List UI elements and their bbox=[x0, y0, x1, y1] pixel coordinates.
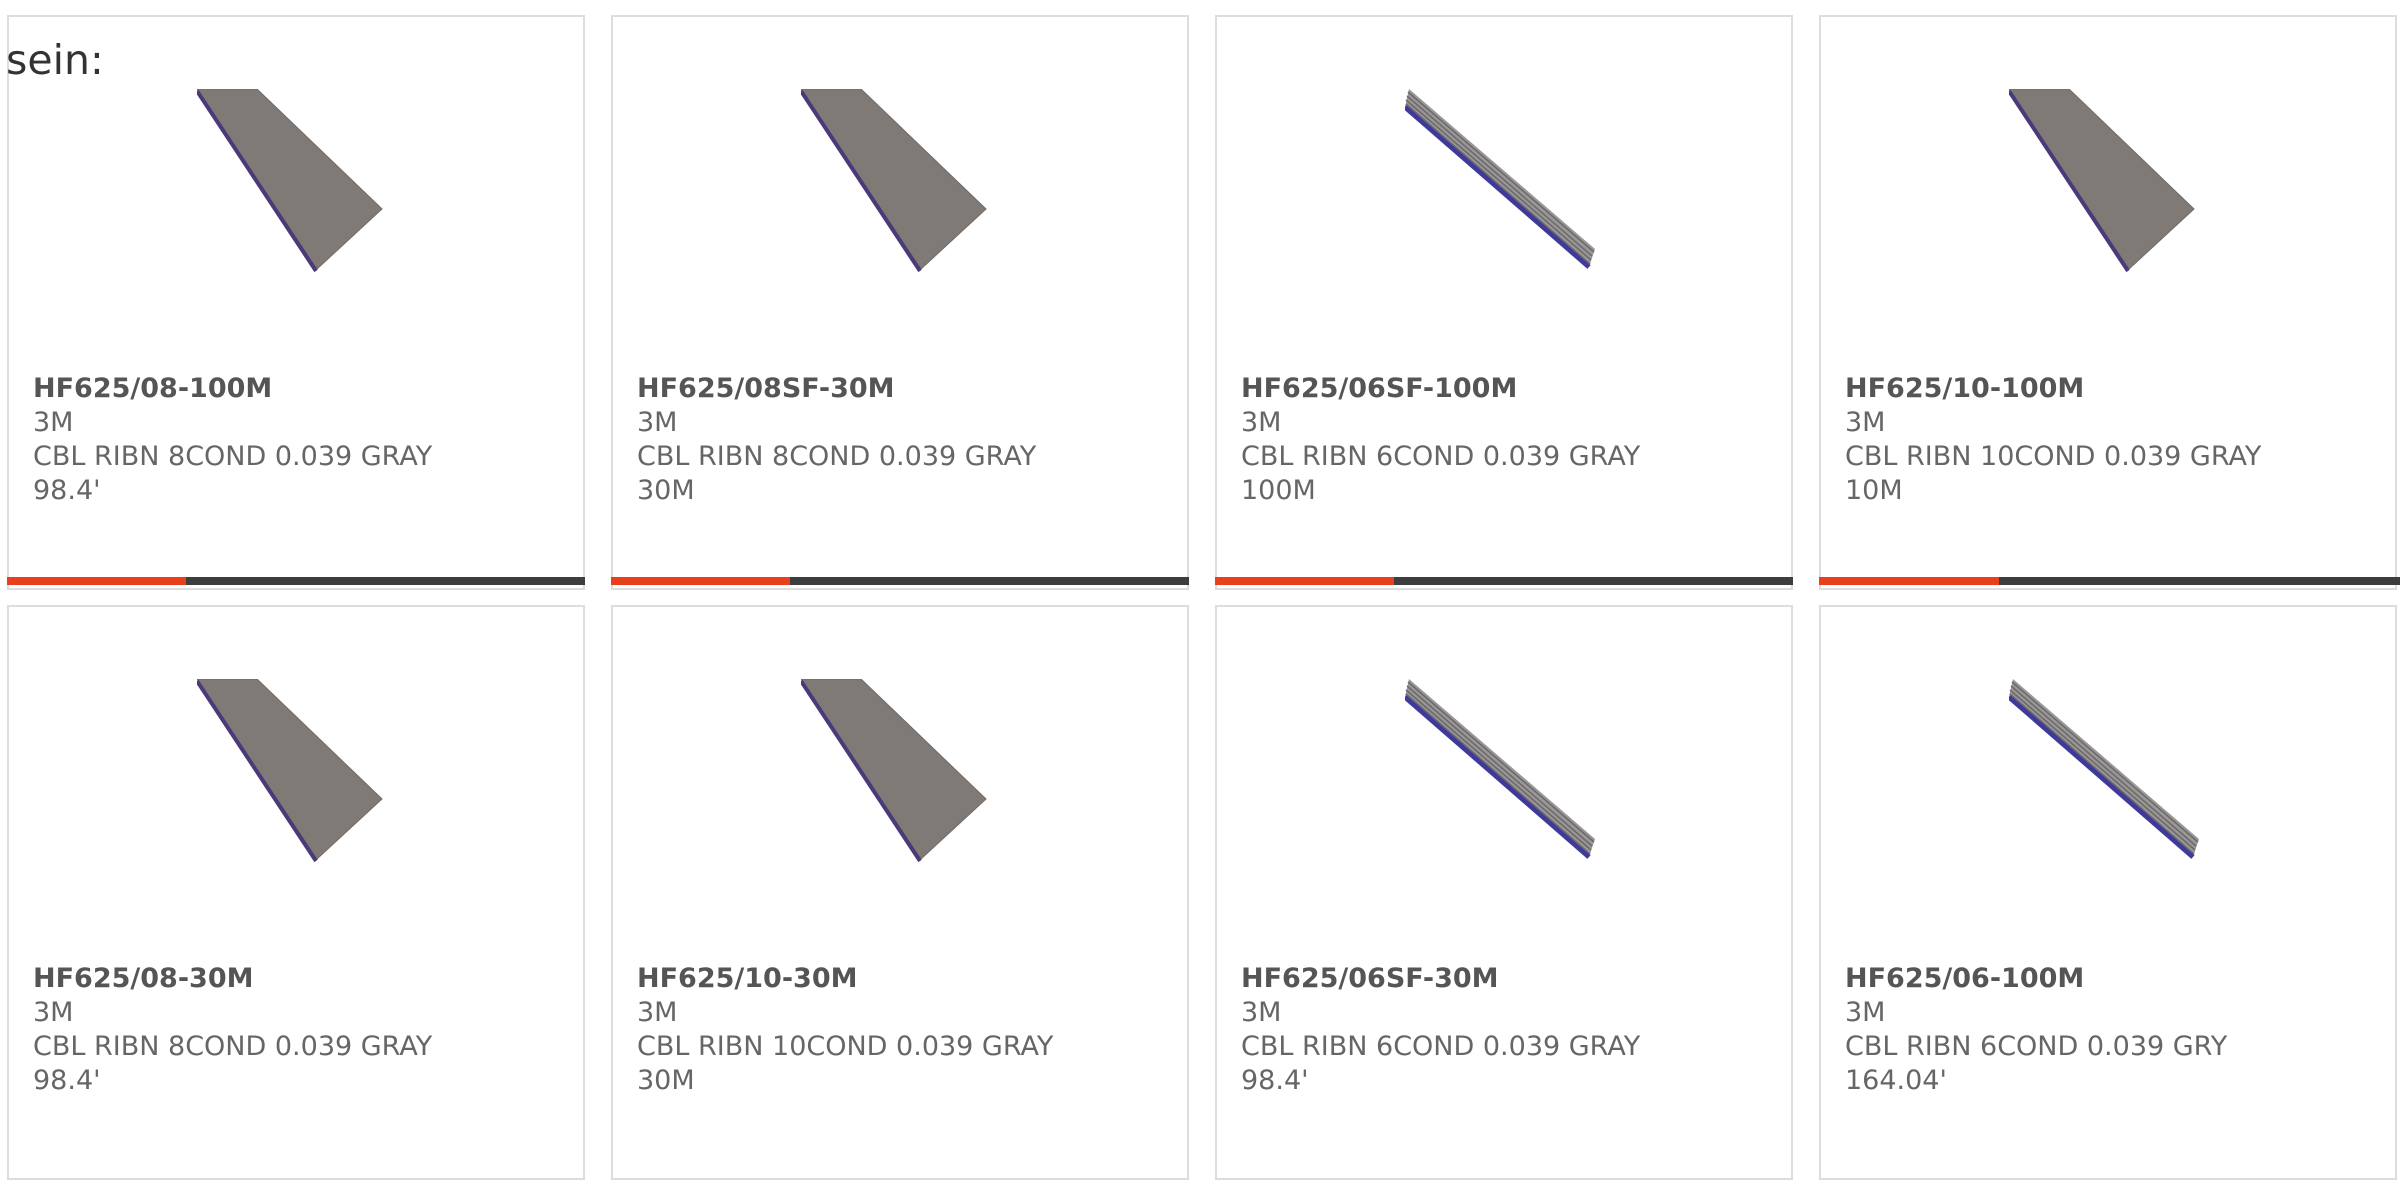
progress-bar-fill bbox=[1215, 577, 1395, 585]
product-card[interactable]: HF625/10-30M 3M CBL RIBN 10COND 0.039 GR… bbox=[611, 605, 1189, 1180]
part-number[interactable]: HF625/06-100M bbox=[1845, 962, 2365, 996]
product-card[interactable]: HF625/08-30M 3M CBL RIBN 8COND 0.039 GRA… bbox=[7, 605, 585, 1180]
ribbon-strands-cable-image[interactable] bbox=[2009, 679, 2209, 879]
ribbon-strands-cable-image[interactable] bbox=[1405, 679, 1605, 879]
ribbon-strands-cable-image[interactable] bbox=[1405, 89, 1605, 289]
progress-bar-fill bbox=[7, 577, 187, 585]
lead-text: sein: bbox=[6, 36, 104, 84]
product-card[interactable]: HF625/06SF-30M 3M CBL RIBN 6COND 0.039 G… bbox=[1215, 605, 1793, 1180]
length: 98.4' bbox=[33, 1065, 101, 1096]
flat-ribbon-cable-image[interactable] bbox=[197, 679, 397, 879]
manufacturer: 3M bbox=[1241, 997, 1282, 1028]
part-number[interactable]: HF625/10-30M bbox=[637, 962, 1157, 996]
flat-ribbon-cable-image[interactable] bbox=[801, 89, 1001, 289]
product-info: HF625/08-100M 3M CBL RIBN 8COND 0.039 GR… bbox=[33, 372, 553, 508]
part-number[interactable]: HF625/06SF-30M bbox=[1241, 962, 1761, 996]
length: 164.04' bbox=[1845, 1065, 1947, 1096]
flat-ribbon-cable-image[interactable] bbox=[197, 89, 397, 289]
product-info: HF625/08-30M 3M CBL RIBN 8COND 0.039 GRA… bbox=[33, 962, 553, 1098]
manufacturer: 3M bbox=[1241, 407, 1282, 438]
part-number[interactable]: HF625/08SF-30M bbox=[637, 372, 1157, 406]
description: CBL RIBN 6COND 0.039 GRY bbox=[1845, 1031, 2228, 1062]
part-number[interactable]: HF625/10-100M bbox=[1845, 372, 2365, 406]
progress-bar-fill bbox=[611, 577, 791, 585]
length: 30M bbox=[637, 475, 695, 506]
product-card[interactable]: HF625/06SF-100M 3M CBL RIBN 6COND 0.039 … bbox=[1215, 15, 1793, 590]
progress-bar-fill bbox=[1819, 577, 2000, 585]
length: 30M bbox=[637, 1065, 695, 1096]
product-card[interactable]: HF625/10-100M 3M CBL RIBN 10COND 0.039 G… bbox=[1819, 15, 2397, 590]
product-info: HF625/08SF-30M 3M CBL RIBN 8COND 0.039 G… bbox=[637, 372, 1157, 508]
product-card[interactable]: HF625/06-100M 3M CBL RIBN 6COND 0.039 GR… bbox=[1819, 605, 2397, 1180]
progress-bar bbox=[1819, 577, 2400, 585]
product-info: HF625/06SF-100M 3M CBL RIBN 6COND 0.039 … bbox=[1241, 372, 1761, 508]
product-card[interactable]: HF625/08-100M 3M CBL RIBN 8COND 0.039 GR… bbox=[7, 15, 585, 590]
product-info: HF625/06SF-30M 3M CBL RIBN 6COND 0.039 G… bbox=[1241, 962, 1761, 1098]
length: 98.4' bbox=[1241, 1065, 1309, 1096]
description: CBL RIBN 8COND 0.039 GRAY bbox=[33, 1031, 433, 1062]
flat-ribbon-cable-image[interactable] bbox=[801, 679, 1001, 879]
length: 10M bbox=[1845, 475, 1903, 506]
length: 98.4' bbox=[33, 475, 101, 506]
product-card[interactable]: HF625/08SF-30M 3M CBL RIBN 8COND 0.039 G… bbox=[611, 15, 1189, 590]
manufacturer: 3M bbox=[33, 997, 74, 1028]
description: CBL RIBN 10COND 0.039 GRAY bbox=[1845, 441, 2262, 472]
manufacturer: 3M bbox=[637, 407, 678, 438]
manufacturer: 3M bbox=[637, 997, 678, 1028]
product-info: HF625/06-100M 3M CBL RIBN 6COND 0.039 GR… bbox=[1845, 962, 2365, 1098]
flat-ribbon-cable-image[interactable] bbox=[2009, 89, 2209, 289]
progress-bar bbox=[7, 577, 585, 585]
manufacturer: 3M bbox=[1845, 407, 1886, 438]
product-grid: HF625/08-100M 3M CBL RIBN 8COND 0.039 GR… bbox=[0, 0, 2400, 1180]
progress-bar bbox=[611, 577, 1189, 585]
manufacturer: 3M bbox=[33, 407, 74, 438]
progress-bar bbox=[1215, 577, 1793, 585]
description: CBL RIBN 6COND 0.039 GRAY bbox=[1241, 441, 1641, 472]
length: 100M bbox=[1241, 475, 1316, 506]
manufacturer: 3M bbox=[1845, 997, 1886, 1028]
part-number[interactable]: HF625/08-30M bbox=[33, 962, 553, 996]
description: CBL RIBN 6COND 0.039 GRAY bbox=[1241, 1031, 1641, 1062]
product-info: HF625/10-100M 3M CBL RIBN 10COND 0.039 G… bbox=[1845, 372, 2365, 508]
part-number[interactable]: HF625/08-100M bbox=[33, 372, 553, 406]
description: CBL RIBN 10COND 0.039 GRAY bbox=[637, 1031, 1054, 1062]
description: CBL RIBN 8COND 0.039 GRAY bbox=[637, 441, 1037, 472]
description: CBL RIBN 8COND 0.039 GRAY bbox=[33, 441, 433, 472]
product-info: HF625/10-30M 3M CBL RIBN 10COND 0.039 GR… bbox=[637, 962, 1157, 1098]
part-number[interactable]: HF625/06SF-100M bbox=[1241, 372, 1761, 406]
